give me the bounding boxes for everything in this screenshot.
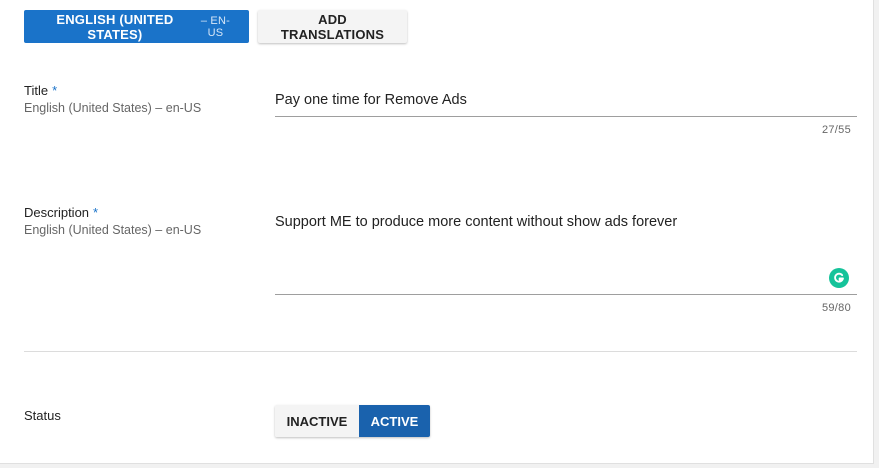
language-bar: ENGLISH (UNITED STATES) – EN-US ADD TRAN…	[24, 10, 407, 43]
product-details-panel: ENGLISH (UNITED STATES) – EN-US ADD TRAN…	[0, 0, 874, 464]
current-language-button[interactable]: ENGLISH (UNITED STATES) – EN-US	[24, 10, 249, 43]
description-input-underline	[275, 294, 857, 295]
grammarly-icon[interactable]	[829, 268, 849, 288]
status-toggle: INACTIVE ACTIVE	[275, 405, 430, 437]
title-language: English (United States) – en-US	[24, 101, 202, 115]
title-label: Title *	[24, 83, 57, 98]
status-inactive-button[interactable]: INACTIVE	[275, 405, 359, 437]
add-translations-button[interactable]: ADD TRANSLATIONS	[258, 10, 407, 43]
title-required-marker: *	[52, 83, 58, 98]
section-divider	[24, 351, 857, 352]
title-input[interactable]: Pay one time for Remove Ads	[275, 92, 467, 108]
description-language: English (United States) – en-US	[24, 223, 202, 237]
description-label-text: Description	[24, 205, 90, 220]
description-required-marker: *	[93, 205, 99, 220]
description-label: Description *	[24, 205, 98, 220]
description-textarea[interactable]: Support ME to produce more content witho…	[275, 214, 677, 230]
title-char-counter: 27/55	[821, 124, 851, 136]
status-label: Status	[24, 408, 61, 423]
description-char-counter: 59/80	[821, 302, 851, 314]
grammarly-g-glyph	[834, 272, 844, 283]
title-label-text: Title	[24, 83, 49, 98]
current-language-code: – EN-US	[200, 14, 230, 39]
status-active-button[interactable]: ACTIVE	[359, 405, 430, 437]
current-language-label: ENGLISH (UNITED STATES)	[56, 11, 174, 42]
title-input-underline	[275, 116, 857, 117]
